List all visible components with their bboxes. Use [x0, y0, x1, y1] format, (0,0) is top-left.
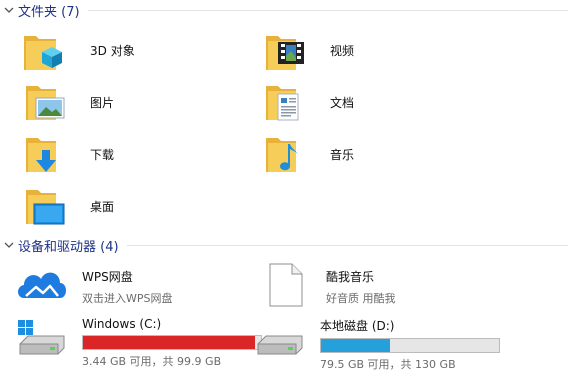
folder-3d-objects[interactable]: 3D 对象: [22, 26, 135, 74]
music-folder-icon: [262, 130, 310, 178]
hard-drive-icon: [252, 314, 308, 362]
documents-folder-icon: [262, 78, 310, 126]
folder-label: 文档: [330, 95, 355, 110]
downloads-folder-icon: [22, 130, 70, 178]
device-kuwo-music[interactable]: 酷我音乐 好音质 用酷我: [258, 260, 396, 308]
chevron-down-icon[interactable]: [2, 3, 16, 17]
section-title: 文件夹 (7): [18, 4, 80, 20]
folder-label: 图片: [90, 95, 115, 110]
desktop-folder-icon: [22, 182, 70, 230]
folder-pictures[interactable]: 图片: [22, 78, 114, 126]
3d-objects-folder-icon: [22, 26, 70, 74]
device-wps-cloud[interactable]: WPS网盘 双击进入WPS网盘: [14, 260, 173, 308]
drive-name: 本地磁盘 (D:): [320, 319, 395, 333]
folder-downloads[interactable]: 下载: [22, 130, 114, 178]
folders-section-header[interactable]: 文件夹 (7): [0, 0, 568, 20]
chevron-down-icon[interactable]: [2, 238, 16, 252]
devices-section-header[interactable]: 设备和驱动器 (4): [0, 235, 568, 255]
folder-label: 音乐: [330, 147, 355, 162]
storage-usage-fill: [83, 336, 255, 349]
device-name: 酷我音乐: [326, 270, 375, 284]
section-title: 设备和驱动器 (4): [18, 239, 119, 255]
storage-usage-bar: [82, 335, 262, 350]
folder-label: 桌面: [90, 199, 115, 214]
folder-label: 视频: [330, 43, 355, 58]
folder-label: 下载: [90, 147, 115, 162]
windows-drive-icon: [14, 314, 70, 362]
folder-documents[interactable]: 文档: [262, 78, 354, 126]
storage-usage-fill: [321, 339, 391, 352]
folder-videos[interactable]: 视频: [262, 26, 354, 74]
drive-name: Windows (C:): [82, 317, 162, 331]
drive-d[interactable]: 本地磁盘 (D:) 79.5 GB 可用，共 130 GB: [252, 314, 500, 372]
storage-usage-bar: [320, 338, 500, 353]
section-divider: [126, 244, 568, 246]
device-name: WPS网盘: [82, 270, 133, 284]
video-folder-icon: [262, 26, 310, 74]
blank-file-icon: [258, 260, 314, 308]
cloud-icon: [14, 260, 70, 308]
folder-desktop[interactable]: 桌面: [22, 182, 114, 230]
drive-c[interactable]: Windows (C:) 3.44 GB 可用，共 99.9 GB: [14, 314, 262, 369]
section-divider: [87, 9, 568, 11]
device-subtitle: 双击进入WPS网盘: [82, 292, 173, 305]
folder-music[interactable]: 音乐: [262, 130, 354, 178]
pictures-folder-icon: [22, 78, 70, 126]
drive-free-space: 79.5 GB 可用，共 130 GB: [320, 358, 456, 371]
folder-label: 3D 对象: [90, 43, 135, 58]
device-subtitle: 好音质 用酷我: [326, 292, 396, 305]
drive-free-space: 3.44 GB 可用，共 99.9 GB: [82, 355, 222, 368]
